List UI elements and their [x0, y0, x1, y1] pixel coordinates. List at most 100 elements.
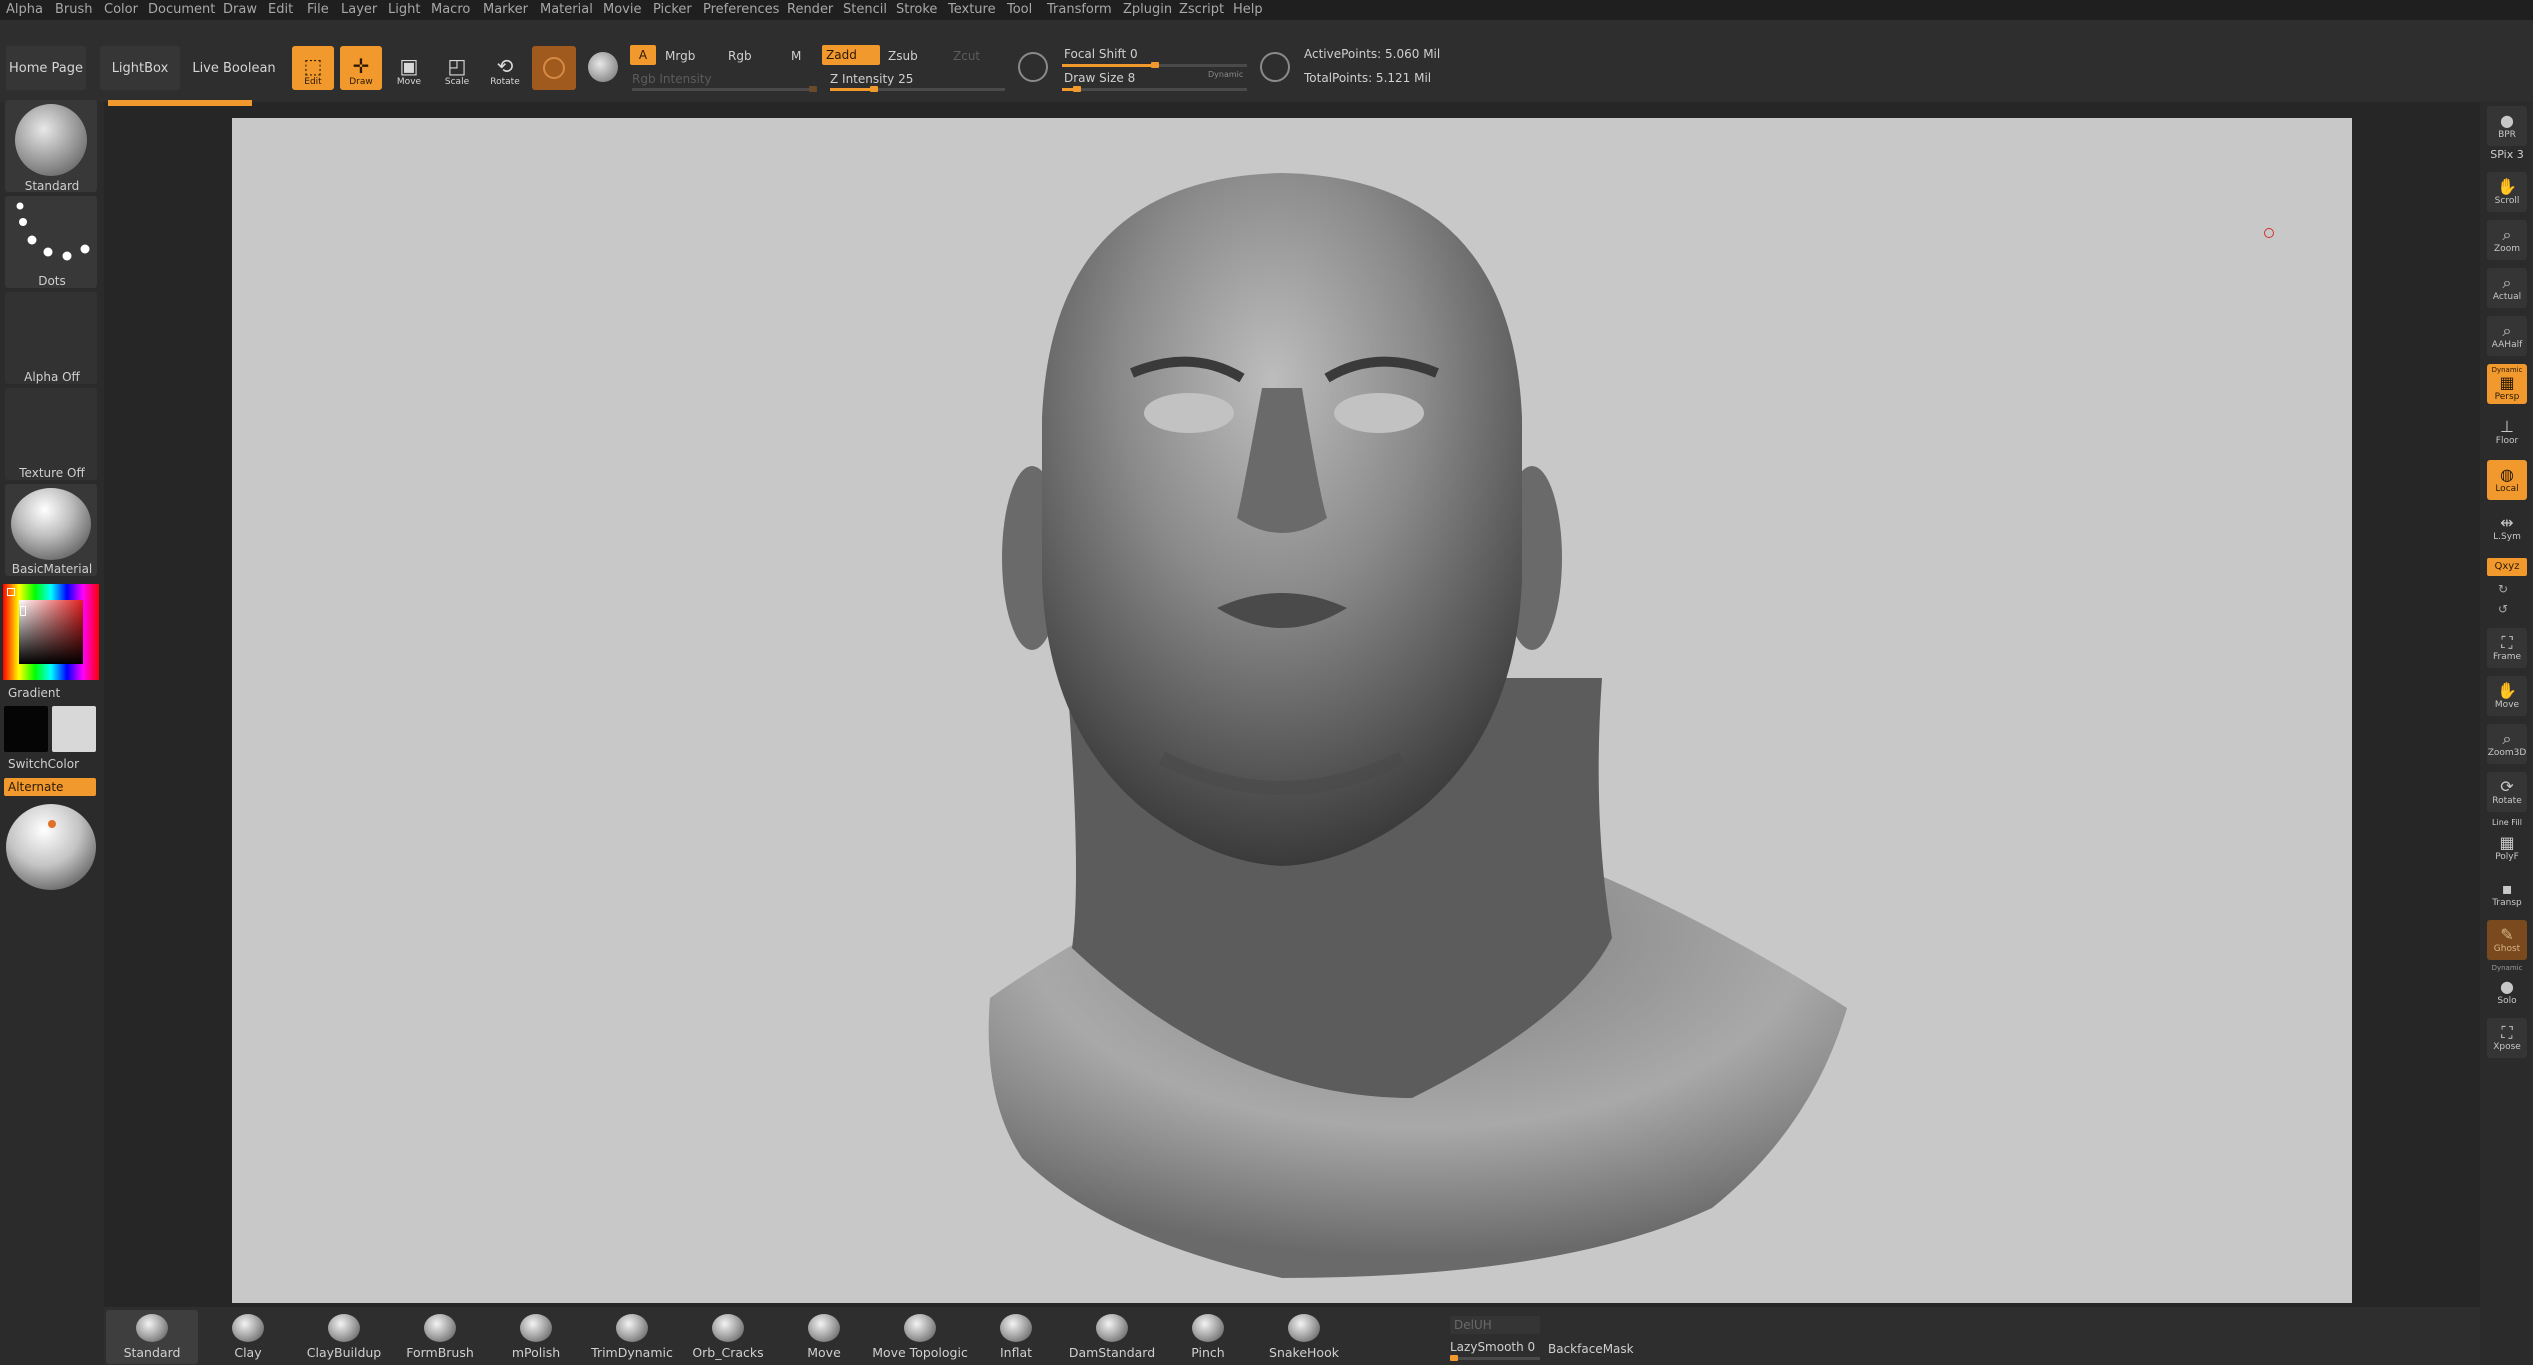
- brush-move[interactable]: Move: [778, 1310, 870, 1364]
- menu-transform[interactable]: Transform: [1047, 2, 1112, 17]
- m-button[interactable]: M: [791, 49, 801, 63]
- menu-picker[interactable]: Picker: [653, 2, 692, 17]
- brush-damstandard[interactable]: DamStandard: [1066, 1310, 1158, 1364]
- brush-pinch[interactable]: Pinch: [1162, 1310, 1254, 1364]
- dynamic-label[interactable]: Dynamic: [1208, 70, 1243, 79]
- alternate-button[interactable]: Alternate: [4, 778, 96, 796]
- z-intensity-slider[interactable]: [830, 86, 1005, 92]
- menu-color[interactable]: Color: [104, 2, 138, 17]
- menu-material[interactable]: Material: [540, 2, 593, 17]
- mrgb-button[interactable]: Mrgb: [665, 49, 695, 63]
- lazysmooth-slider[interactable]: [1450, 1355, 1540, 1361]
- menu-brush[interactable]: Brush: [55, 2, 93, 17]
- menu-zscript[interactable]: Zscript: [1179, 2, 1224, 17]
- brush-orb-cracks[interactable]: Orb_Cracks: [682, 1310, 774, 1364]
- move-mode-button[interactable]: ▣ Move: [388, 46, 430, 90]
- zoom-button[interactable]: ⌕ Zoom: [2487, 220, 2527, 260]
- menu-help[interactable]: Help: [1233, 2, 1263, 17]
- menu-light[interactable]: Light: [388, 2, 420, 17]
- actual-button[interactable]: ⌕ Actual: [2487, 268, 2527, 308]
- xpose-button[interactable]: ⛶ Xpose: [2487, 1018, 2527, 1058]
- brush-inflat[interactable]: Inflat: [970, 1310, 1062, 1364]
- zoom3d-button[interactable]: ⌕ Zoom3D: [2487, 724, 2527, 764]
- switchcolor-button[interactable]: SwitchColor: [8, 757, 79, 771]
- floor-button[interactable]: ⊥ Floor: [2487, 412, 2527, 452]
- color-picker-ring[interactable]: [3, 584, 99, 680]
- sculpt-bust-model[interactable]: [232, 118, 2352, 1303]
- menu-draw[interactable]: Draw: [223, 2, 257, 17]
- secondary-color-swatch[interactable]: [52, 706, 96, 752]
- polyf-button[interactable]: ▦ PolyF: [2487, 828, 2527, 868]
- main-color-swatch[interactable]: [4, 706, 48, 752]
- rotate-mode-button[interactable]: ⟲ Rotate: [484, 46, 526, 90]
- lazysmooth-knob[interactable]: [1450, 1355, 1458, 1361]
- rgb-button[interactable]: Rgb: [728, 49, 752, 63]
- spix-control[interactable]: SPix 3: [2484, 148, 2530, 161]
- z-intensity-knob[interactable]: [869, 86, 878, 92]
- draw-size-knob[interactable]: [1072, 86, 1081, 92]
- solo-button[interactable]: ● Solo: [2487, 972, 2527, 1012]
- menu-file[interactable]: File: [307, 2, 329, 17]
- ghost-button[interactable]: ✎ Ghost: [2487, 920, 2527, 960]
- menu-macro[interactable]: Macro: [431, 2, 470, 17]
- bpr-button[interactable]: ● BPR: [2487, 106, 2527, 146]
- brush-formbrush[interactable]: FormBrush: [394, 1310, 486, 1364]
- aahalf-button[interactable]: ⌕ AAHalf: [2487, 316, 2527, 356]
- rotate-z-icon[interactable]: ↺: [2498, 602, 2508, 616]
- lsym-button[interactable]: ⇹ L.Sym: [2487, 508, 2527, 548]
- menu-layer[interactable]: Layer: [341, 2, 377, 17]
- menu-document[interactable]: Document: [148, 2, 215, 17]
- rgb-intensity-knob[interactable]: [809, 86, 817, 92]
- focal-shift-icon[interactable]: [1018, 52, 1048, 82]
- move-view-button[interactable]: ✋ Move: [2487, 676, 2527, 716]
- scroll-button[interactable]: ✋ Scroll: [2487, 172, 2527, 212]
- draw-mode-button[interactable]: ✛ Draw: [340, 46, 382, 90]
- live-boolean-button[interactable]: Live Boolean: [192, 46, 276, 90]
- edit-mode-button[interactable]: ⬚ Edit: [292, 46, 334, 90]
- color-picker-square[interactable]: [19, 600, 83, 664]
- menu-texture[interactable]: Texture: [948, 2, 996, 17]
- menu-tool[interactable]: Tool: [1007, 2, 1032, 17]
- menu-preferences[interactable]: Preferences: [703, 2, 779, 17]
- menu-stroke[interactable]: Stroke: [896, 2, 937, 17]
- menu-marker[interactable]: Marker: [483, 2, 528, 17]
- light-sphere[interactable]: [6, 804, 96, 890]
- material-mode-icon[interactable]: [588, 52, 618, 82]
- draw-size-icon[interactable]: [1260, 52, 1290, 82]
- brush-snakehook[interactable]: SnakeHook: [1258, 1310, 1350, 1364]
- menu-render[interactable]: Render: [787, 2, 833, 17]
- local-button[interactable]: ◍ Local: [2487, 460, 2527, 500]
- light-position-icon[interactable]: [48, 820, 56, 828]
- zadd-button[interactable]: Zadd: [822, 45, 880, 65]
- brush-mpolish[interactable]: mPolish: [490, 1310, 582, 1364]
- menu-movie[interactable]: Movie: [603, 2, 641, 17]
- menu-alpha[interactable]: Alpha: [6, 2, 43, 17]
- scale-mode-button[interactable]: ◰ Scale: [436, 46, 478, 90]
- backfacemask-button[interactable]: BackfaceMask: [1548, 1342, 1634, 1356]
- rotate-y-icon[interactable]: ↻: [2498, 582, 2508, 596]
- zcut-button[interactable]: Zcut: [953, 49, 980, 63]
- draw-size-slider[interactable]: [1062, 86, 1247, 92]
- menu-stencil[interactable]: Stencil: [843, 2, 887, 17]
- lightbox-button[interactable]: LightBox: [100, 46, 180, 90]
- color-marker-icon[interactable]: [20, 606, 26, 616]
- xyz-button[interactable]: Qxyz: [2487, 558, 2527, 576]
- zsub-button[interactable]: Zsub: [888, 49, 918, 63]
- rgb-intensity-slider[interactable]: [632, 86, 817, 92]
- a-channel-button[interactable]: A: [630, 45, 656, 65]
- deluh-button[interactable]: DelUH: [1450, 1316, 1540, 1334]
- brush-standard[interactable]: Standard: [106, 1310, 198, 1364]
- document-canvas[interactable]: [232, 118, 2352, 1303]
- persp-button[interactable]: Dynamic ▦ Persp: [2487, 364, 2527, 404]
- brush-move-topologic[interactable]: Move Topologic: [872, 1310, 968, 1364]
- brush-clay[interactable]: Clay: [202, 1310, 294, 1364]
- brush-trimdynamic[interactable]: TrimDynamic: [586, 1310, 678, 1364]
- brush-claybuildup[interactable]: ClayBuildup: [298, 1310, 390, 1364]
- menu-zplugin[interactable]: Zplugin: [1123, 2, 1172, 17]
- sculptris-button[interactable]: [532, 46, 576, 90]
- hue-marker-icon[interactable]: [7, 588, 15, 596]
- frame-button[interactable]: ⛶ Frame: [2487, 628, 2527, 668]
- focal-shift-knob[interactable]: [1150, 62, 1159, 68]
- gradient-label[interactable]: Gradient: [8, 686, 60, 700]
- transp-button[interactable]: ▪ Transp: [2487, 874, 2527, 914]
